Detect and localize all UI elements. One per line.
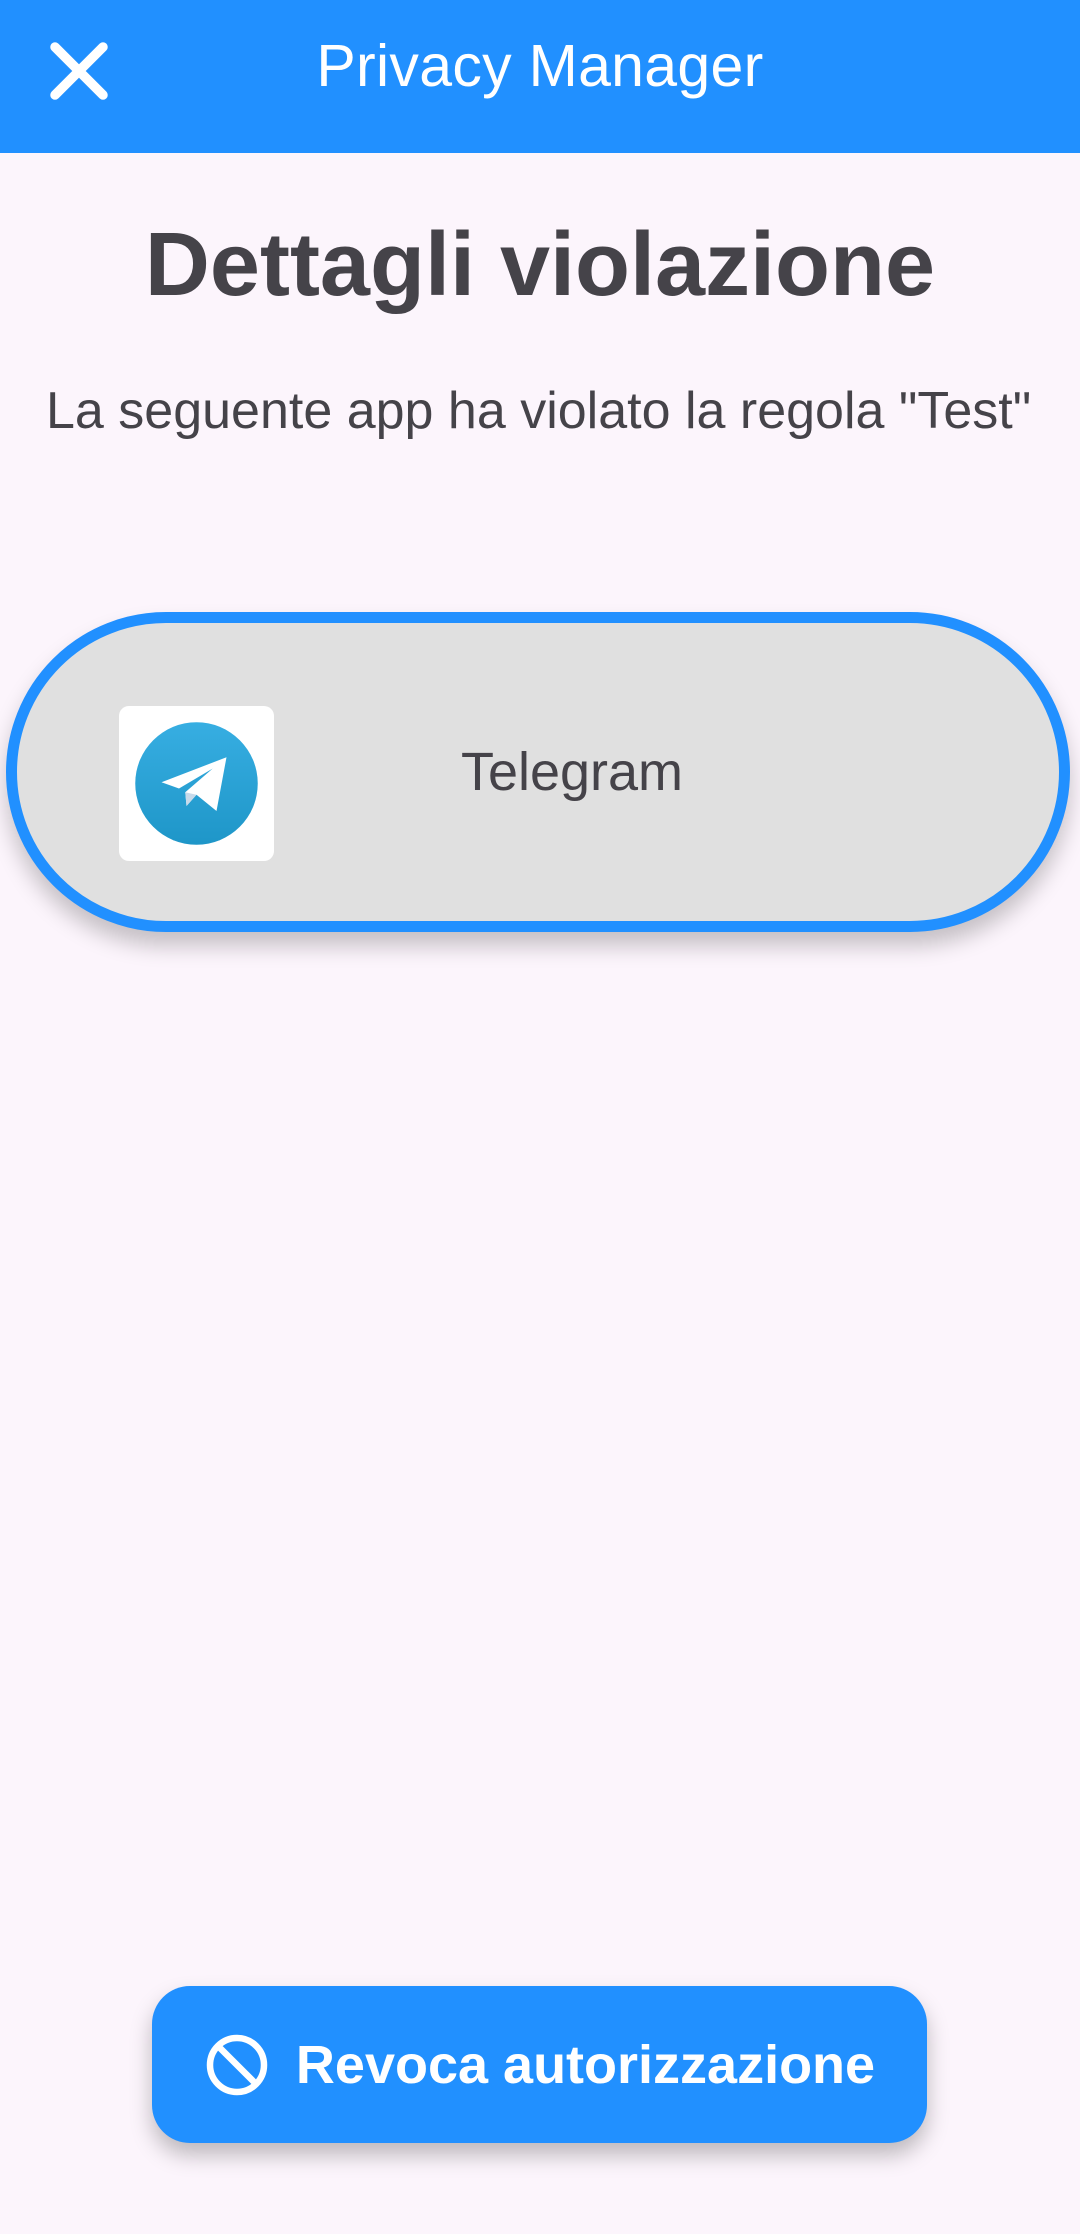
block-icon <box>206 2034 268 2095</box>
violating-app-card[interactable]: Telegram <box>6 612 1070 932</box>
app-name: Telegram <box>460 742 684 802</box>
violation-description: La seguente app ha violato la regola "Te… <box>46 382 1032 440</box>
revoke-authorization-button[interactable]: Revoca autorizzazione <box>152 1986 927 2143</box>
app-title: Privacy Manager <box>316 33 764 99</box>
app-bar: Privacy Manager <box>0 0 1080 153</box>
page-title: Dettagli violazione <box>144 215 936 315</box>
revoke-button-label: Revoca autorizzazione <box>295 2034 876 2095</box>
